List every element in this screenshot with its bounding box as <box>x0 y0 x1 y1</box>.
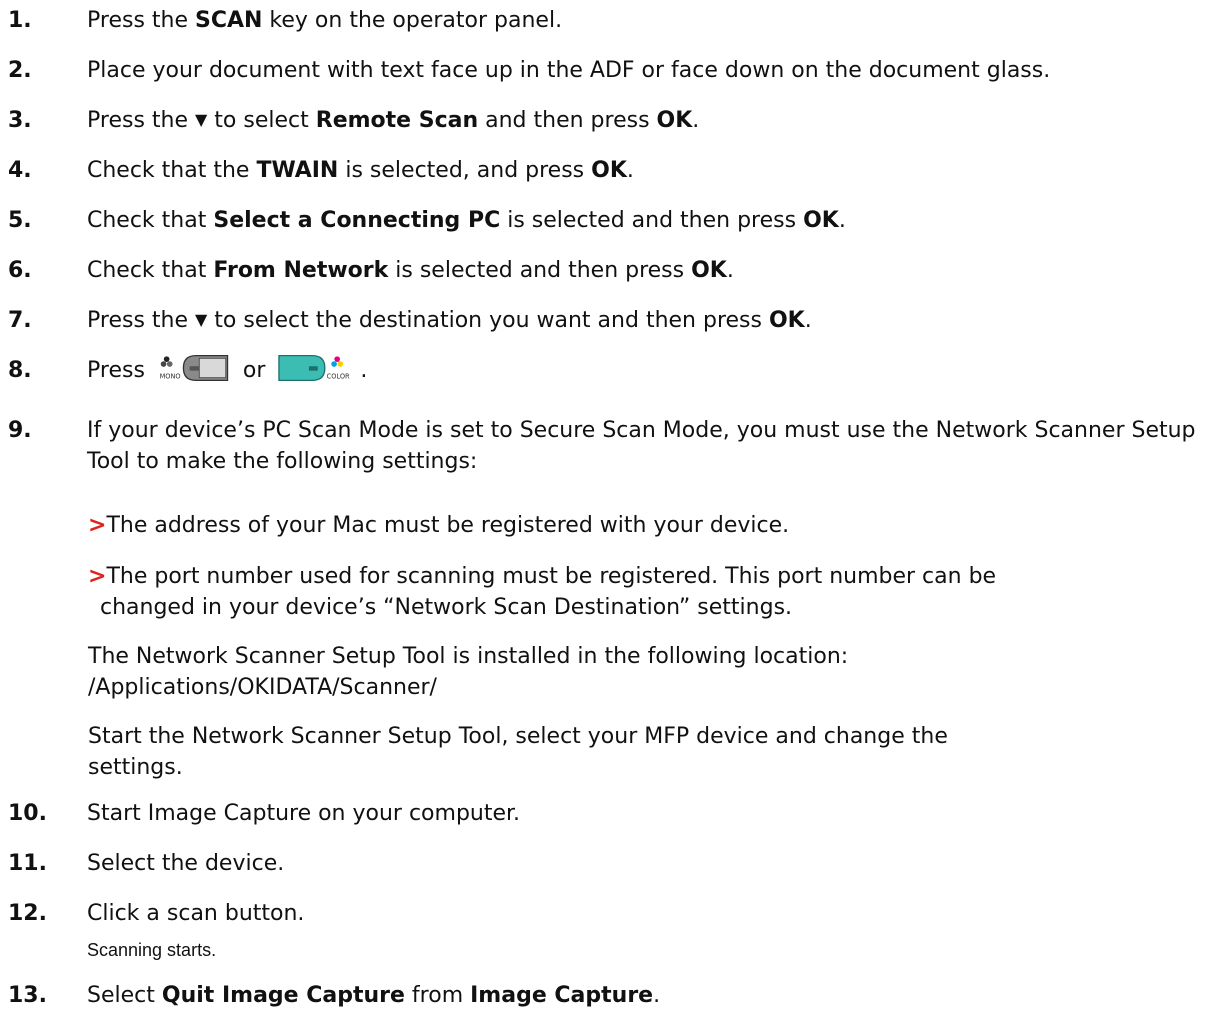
step-text: key on the operator panel. <box>262 8 563 33</box>
bullet-marker: > <box>88 513 107 538</box>
down-arrow-key-icon: ▼ <box>195 110 208 129</box>
step-7: 7. Press the ▼ to select the destination… <box>8 305 1224 337</box>
step-number: 3. <box>8 108 32 133</box>
menu-item-name: From Network <box>213 258 389 283</box>
period: . <box>653 983 661 1008</box>
color-start-key-icon: COLOR <box>278 354 350 382</box>
step-text: Start Image Capture on your computer. <box>87 801 521 826</box>
ok-key-name: OK <box>768 308 805 333</box>
step-text: Press the <box>87 308 195 333</box>
app-name: Image Capture <box>470 983 654 1008</box>
step-text: and then press <box>478 108 657 133</box>
step-text: is selected, and press <box>338 158 592 183</box>
down-arrow-key-icon: ▼ <box>195 310 208 329</box>
menu-item-name: Quit Image Capture <box>161 983 405 1008</box>
period: . <box>726 258 734 283</box>
bullet-text: The port number used for scanning must b… <box>106 564 997 589</box>
paragraph-text: settings. <box>88 755 183 780</box>
period: . <box>360 358 368 383</box>
step-number: 6. <box>8 258 32 283</box>
step-3: 3. Press the ▼ to select Remote Scan and… <box>8 105 1224 137</box>
step-12: 12. Click a scan button. <box>8 898 1224 929</box>
mono-key-label: MONO <box>159 373 180 381</box>
paragraph-text: The Network Scanner Setup Tool is instal… <box>88 644 849 669</box>
step-number: 10. <box>8 801 47 826</box>
color-key-label: COLOR <box>327 373 350 381</box>
bullet-item: >The address of your Mac must be registe… <box>88 510 1188 541</box>
period: . <box>626 158 634 183</box>
bullet-text: The address of your Mac must be register… <box>106 513 790 538</box>
step-text: Press the <box>87 108 195 133</box>
step-number: 8. <box>8 358 32 383</box>
step-13: 13. Select Quit Image Capture from Image… <box>8 980 1224 1011</box>
path-text: /Applications/OKIDATA/Scanner/ <box>88 675 437 700</box>
step-text: is selected and then press <box>500 208 804 233</box>
step-11: 11. Select the device. <box>8 848 1224 879</box>
step-2: 2. Place your document with text face up… <box>8 55 1224 86</box>
step-number: 13. <box>8 983 47 1008</box>
paragraph-text: Start the Network Scanner Setup Tool, se… <box>88 724 948 749</box>
step-text: Press <box>87 358 152 383</box>
period: . <box>692 108 700 133</box>
step-text: is selected and then press <box>388 258 692 283</box>
step-text: Check that <box>87 208 214 233</box>
mono-start-key-icon: MONO <box>159 354 229 382</box>
bullet-marker: > <box>88 564 107 589</box>
step-text: to select <box>207 108 316 133</box>
step-5: 5. Check that Select a Connecting PC is … <box>8 205 1224 236</box>
step-result-note: Scanning starts. <box>87 940 217 960</box>
step-text: Press the <box>87 8 195 33</box>
step-text: to select the destination you want and t… <box>207 308 769 333</box>
paragraph: The Network Scanner Setup Tool is instal… <box>88 641 1188 703</box>
step-text: Check that <box>87 258 214 283</box>
step-text: Click a scan button. <box>87 901 305 926</box>
bullet-item: >The port number used for scanning must … <box>88 561 1188 623</box>
step-6: 6. Check that From Network is selected a… <box>8 255 1224 286</box>
ok-key-name: OK <box>591 158 627 183</box>
step-number: 11. <box>8 851 47 876</box>
step-text: If your device’s PC Scan Mode is set to … <box>87 418 1196 474</box>
ok-key-name: OK <box>803 208 839 233</box>
step-number: 1. <box>8 8 32 33</box>
step-text: Select the device. <box>87 851 285 876</box>
step-text: Place your document with text face up in… <box>87 58 1051 83</box>
menu-item-name: TWAIN <box>256 158 339 183</box>
menu-item-name: Select a Connecting PC <box>213 208 501 233</box>
key-name: SCAN <box>195 8 263 33</box>
step-text: from <box>404 983 471 1008</box>
step-10: 10. Start Image Capture on your computer… <box>8 798 1224 829</box>
step-number: 12. <box>8 901 47 926</box>
step-number: 4. <box>8 158 32 183</box>
period: . <box>804 308 812 333</box>
step-number: 9. <box>8 418 32 443</box>
ok-key-name: OK <box>691 258 727 283</box>
step-text: Check that the <box>87 158 257 183</box>
step-4: 4. Check that the TWAIN is selected, and… <box>8 155 1224 186</box>
step-text: or <box>242 358 273 383</box>
ok-key-name: OK <box>656 108 693 133</box>
step-8: 8. Press MONO or COLOR . <box>8 354 1224 386</box>
step-9: 9. If your device’s PC Scan Mode is set … <box>8 415 1224 477</box>
step-number: 2. <box>8 58 32 83</box>
step-1: 1. Press the SCAN key on the operator pa… <box>8 5 1224 36</box>
step-number: 5. <box>8 208 32 233</box>
step-number: 7. <box>8 308 32 333</box>
bullet-text: changed in your device’s “Network Scan D… <box>100 595 793 620</box>
period: . <box>838 208 846 233</box>
paragraph: Start the Network Scanner Setup Tool, se… <box>88 721 1188 783</box>
menu-item-name: Remote Scan <box>315 108 479 133</box>
step-text: Select <box>87 983 162 1008</box>
